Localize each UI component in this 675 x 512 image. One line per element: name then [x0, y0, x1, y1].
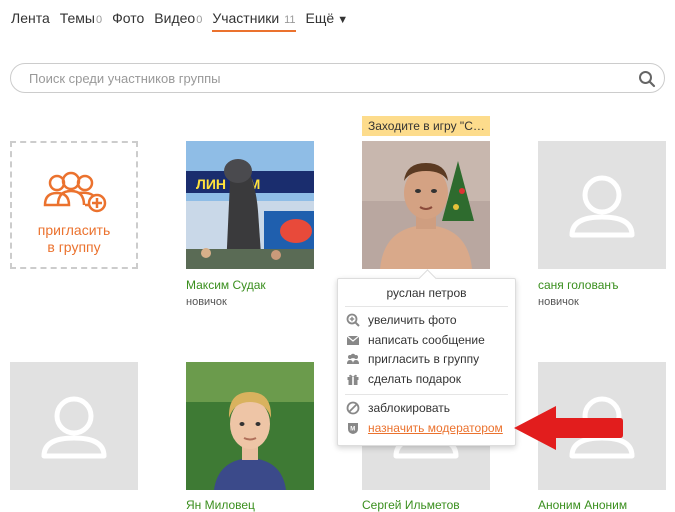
menu-send-message-label: написать сообщение	[368, 333, 485, 347]
tab-feed[interactable]: Лента	[11, 10, 50, 32]
moderator-shield-icon: M	[348, 423, 358, 434]
member-avatar-sanya[interactable]	[538, 141, 666, 269]
member-photo: ЛИН ИУМ	[186, 141, 314, 269]
default-user-icon	[41, 396, 107, 459]
member-avatar-ruslan[interactable]	[362, 141, 490, 269]
menu-divider	[345, 306, 508, 307]
menu-send-message[interactable]: написать сообщение	[346, 331, 485, 349]
invite-users-icon	[43, 171, 107, 213]
tab-more[interactable]: Ещё ▼	[306, 10, 349, 32]
menu-make-moderator[interactable]: M назначить модератором	[346, 419, 503, 437]
menu-invite-group-label: пригласить в группу	[368, 352, 480, 366]
tab-more-label: Ещё	[305, 10, 335, 26]
group-tabs: Лента Темы0 Фото Видео0 Участники 11 Ещё…	[11, 10, 348, 32]
tab-feed-label: Лента	[11, 10, 50, 26]
menu-zoom-photo[interactable]: увеличить фото	[346, 311, 457, 329]
svg-text:M: M	[350, 427, 355, 433]
menu-zoom-photo-label: увеличить фото	[368, 313, 457, 327]
member-name-maksim[interactable]: Максим Судак	[186, 278, 266, 292]
search-icon[interactable]	[638, 70, 656, 88]
gift-icon	[347, 374, 359, 385]
default-user-icon	[569, 175, 635, 238]
member-photo	[186, 362, 314, 490]
invite-label: пригласить в группу	[12, 222, 136, 256]
tab-topics-count: 0	[96, 14, 103, 26]
invite-label-line2: в группу	[47, 239, 101, 255]
member-avatar-unknown[interactable]	[10, 362, 138, 490]
menu-send-gift-label: сделать подарок	[368, 372, 461, 386]
member-status-sanya: новичок	[538, 296, 579, 308]
tab-photos-label: Фото	[112, 10, 145, 26]
member-status-maksim: новичок	[186, 296, 227, 308]
tab-members-count: 11	[284, 14, 296, 26]
zoom-in-icon	[346, 313, 360, 327]
tab-video-count: 0	[196, 14, 203, 26]
menu-divider	[345, 394, 508, 395]
tab-video[interactable]: Видео0	[154, 10, 202, 32]
member-avatar-maksim[interactable]: ЛИН ИУМ	[186, 141, 314, 269]
tab-members-label: Участники	[212, 10, 280, 26]
member-search-input[interactable]	[27, 70, 631, 87]
envelope-icon	[346, 335, 360, 345]
block-icon	[346, 401, 360, 415]
menu-send-gift[interactable]: сделать подарок	[346, 370, 461, 388]
member-photo	[362, 141, 490, 269]
member-context-menu: руслан петров увеличить фото написать со…	[337, 269, 516, 446]
tab-photos[interactable]: Фото	[112, 10, 144, 32]
menu-block-user[interactable]: заблокировать	[346, 399, 450, 417]
member-avatar-yan[interactable]	[186, 362, 314, 490]
menu-make-moderator-label: назначить модератором	[368, 421, 503, 435]
tab-topics[interactable]: Темы0	[60, 10, 102, 32]
menu-block-user-label: заблокировать	[368, 401, 451, 415]
tab-topics-label: Темы	[59, 10, 95, 26]
tab-video-label: Видео	[154, 10, 196, 26]
member-name-sanya[interactable]: саня голованъ	[538, 278, 619, 292]
tab-members[interactable]: Участники 11	[212, 10, 296, 32]
menu-invite-group[interactable]: пригласить в группу	[346, 350, 479, 368]
caret-down-icon: ▼	[337, 14, 349, 26]
invite-to-group-card[interactable]: пригласить в группу	[10, 141, 138, 269]
menu-notch	[418, 269, 437, 288]
menu-member-name[interactable]: руслан петров	[338, 286, 515, 300]
red-arrow-annotation	[514, 406, 623, 450]
group-icon	[347, 353, 359, 364]
member-search	[10, 63, 665, 93]
game-invite-tooltip[interactable]: Заходите в игру "С…	[362, 116, 490, 136]
invite-label-line1: пригласить	[37, 222, 111, 238]
